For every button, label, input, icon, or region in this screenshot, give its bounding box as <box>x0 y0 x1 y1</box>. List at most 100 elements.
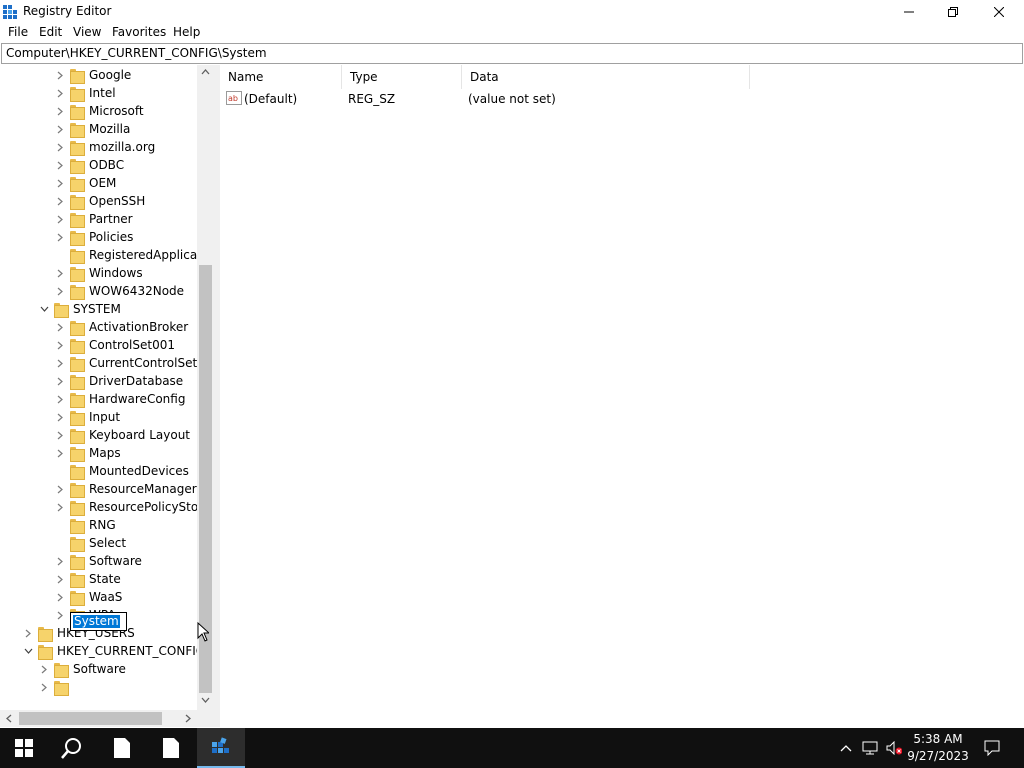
tree-item[interactable]: Windows <box>54 264 143 282</box>
chevron-right-icon[interactable] <box>54 336 66 354</box>
scroll-up-arrow-icon[interactable] <box>201 69 210 75</box>
tree-item[interactable]: Intel <box>54 84 116 102</box>
chevron-right-icon[interactable] <box>38 660 50 678</box>
tree-item[interactable]: Partner <box>54 210 133 228</box>
scroll-left-arrow-icon[interactable] <box>6 714 12 723</box>
scroll-right-arrow-icon[interactable] <box>185 714 191 723</box>
restore-button[interactable] <box>930 0 976 23</box>
chevron-right-icon[interactable] <box>54 498 66 516</box>
menu-help[interactable]: Help <box>172 25 201 39</box>
volume-tray-button[interactable] <box>886 740 902 756</box>
chevron-right-icon[interactable] <box>54 282 66 300</box>
scroll-down-arrow-icon[interactable] <box>201 697 210 703</box>
chevron-right-icon[interactable] <box>54 444 66 462</box>
tree-item[interactable] <box>38 678 73 696</box>
taskbar-clock[interactable]: 5:38 AM 9/27/2023 <box>904 731 972 765</box>
tree-item[interactable]: Mozilla <box>54 120 130 138</box>
chevron-right-icon[interactable] <box>54 174 66 192</box>
taskbar-app-document-2[interactable] <box>147 728 195 768</box>
tree-item[interactable]: Google <box>54 66 131 84</box>
chevron-right-icon[interactable] <box>54 570 66 588</box>
chevron-right-icon[interactable] <box>54 480 66 498</box>
tree-item[interactable]: ResourceManager <box>54 480 197 498</box>
chevron-right-icon[interactable] <box>54 138 66 156</box>
close-button[interactable] <box>976 0 1022 23</box>
chevron-right-icon[interactable] <box>54 552 66 570</box>
chevron-right-icon[interactable] <box>54 120 66 138</box>
tree-item[interactable]: WaaS <box>54 588 122 606</box>
tree-horizontal-scroll-thumb[interactable] <box>19 712 162 725</box>
tree-item[interactable]: RegisteredApplicatic <box>54 246 212 264</box>
tree-item-label: OpenSSH <box>89 194 146 208</box>
tree-item[interactable]: State <box>54 570 121 588</box>
tree-item-label: SYSTEM <box>73 302 121 316</box>
folder-icon <box>70 248 85 264</box>
chevron-right-icon[interactable] <box>54 588 66 606</box>
values-list[interactable]: Name Type Data ab (Default) REG_SZ (valu… <box>220 65 1024 727</box>
tree-item[interactable]: Maps <box>54 444 121 462</box>
notifications-button[interactable] <box>984 740 1000 756</box>
chevron-right-icon[interactable] <box>54 264 66 282</box>
tree-item[interactable]: Microsoft <box>54 102 144 120</box>
tree-item[interactable]: ODBC <box>54 156 124 174</box>
folder-icon <box>70 176 85 192</box>
tree-item[interactable]: ControlSet001 <box>54 336 175 354</box>
column-header-type[interactable]: Type <box>342 65 462 89</box>
chevron-right-icon[interactable] <box>54 426 66 444</box>
taskbar-app-document-1[interactable] <box>98 728 146 768</box>
chevron-right-icon[interactable] <box>54 66 66 84</box>
tree-item[interactable]: Software <box>38 660 126 678</box>
chevron-right-icon[interactable] <box>54 354 66 372</box>
chevron-down-icon[interactable] <box>38 300 50 318</box>
tree-item[interactable]: Policies <box>54 228 133 246</box>
show-hidden-icons-button[interactable] <box>838 740 854 756</box>
chevron-right-icon[interactable] <box>54 408 66 426</box>
tree-item[interactable]: OEM <box>54 174 116 192</box>
tree-item[interactable]: Keyboard Layout <box>54 426 190 444</box>
tree-item[interactable]: HardwareConfig <box>54 390 185 408</box>
menu-favorites[interactable]: Favorites <box>111 25 167 39</box>
tree-item[interactable]: Input <box>54 408 120 426</box>
chevron-right-icon[interactable] <box>54 102 66 120</box>
chevron-right-icon[interactable] <box>22 624 34 642</box>
tree-item[interactable]: MountedDevices <box>54 462 189 480</box>
column-header-data[interactable]: Data <box>462 65 750 89</box>
tree-item[interactable]: ActivationBroker <box>54 318 188 336</box>
menu-edit[interactable]: Edit <box>38 25 63 39</box>
start-button[interactable] <box>0 728 48 768</box>
tree-horizontal-scrollbar[interactable] <box>0 710 197 727</box>
chevron-right-icon[interactable] <box>54 84 66 102</box>
tree-item[interactable]: DriverDatabase <box>54 372 183 390</box>
network-tray-button[interactable] <box>862 740 878 756</box>
tree-item[interactable]: HKEY_CURRENT_CONFIG <box>22 642 205 660</box>
tree-vertical-scrollbar[interactable] <box>197 65 214 710</box>
chevron-down-icon[interactable] <box>22 642 34 660</box>
tree-item[interactable]: ResourcePolicyStore <box>54 498 210 516</box>
menu-view[interactable]: View <box>72 25 102 39</box>
minimize-button[interactable] <box>886 0 932 23</box>
address-bar[interactable]: Computer\HKEY_CURRENT_CONFIG\System <box>1 43 1023 64</box>
tree-item[interactable]: Software <box>54 552 142 570</box>
search-button[interactable] <box>48 728 96 768</box>
chevron-right-icon[interactable] <box>54 210 66 228</box>
chevron-right-icon[interactable] <box>38 678 50 696</box>
chevron-right-icon[interactable] <box>54 156 66 174</box>
tree-item[interactable]: WOW6432Node <box>54 282 184 300</box>
chevron-right-icon[interactable] <box>54 192 66 210</box>
tree-item[interactable]: mozilla.org <box>54 138 155 156</box>
chevron-right-icon[interactable] <box>54 390 66 408</box>
tree-item[interactable]: OpenSSH <box>54 192 145 210</box>
menu-file[interactable]: File <box>7 25 29 39</box>
chevron-right-icon[interactable] <box>54 228 66 246</box>
chevron-right-icon[interactable] <box>54 372 66 390</box>
value-row[interactable]: ab (Default) REG_SZ (value not set) <box>220 89 750 109</box>
tree-item[interactable]: Select <box>54 534 126 552</box>
taskbar-app-registry-editor[interactable] <box>197 728 245 768</box>
chevron-right-icon[interactable] <box>54 318 66 336</box>
tree-item[interactable]: RNG <box>54 516 116 534</box>
rename-key-input[interactable]: System <box>70 612 127 631</box>
tree-item[interactable]: SYSTEM <box>38 300 121 318</box>
chevron-right-icon[interactable] <box>54 606 66 624</box>
column-header-name[interactable]: Name <box>220 65 342 89</box>
tree-item[interactable]: CurrentControlSet <box>54 354 197 372</box>
